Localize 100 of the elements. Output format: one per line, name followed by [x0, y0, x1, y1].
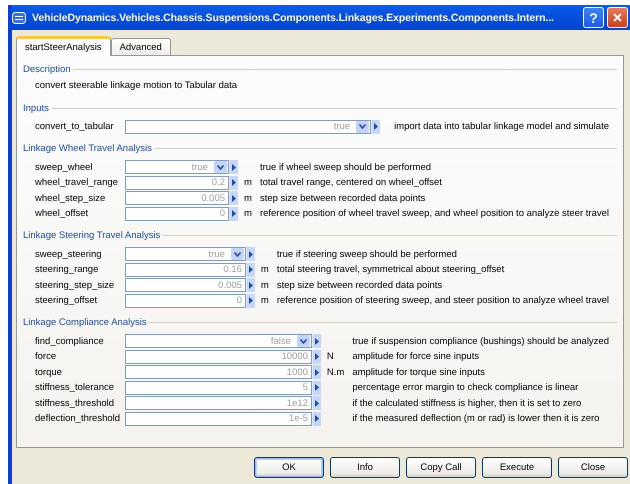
- dropdown-button[interactable]: [356, 120, 370, 133]
- parameter-description: true if suspension compliance (bushings) should be analyzed: [351, 336, 609, 347]
- parameter-description: reference position of steering sweep, and steer position to analyze wheel travel: [276, 295, 609, 306]
- triangle-right-icon: [314, 368, 319, 376]
- section-heading: Inputs: [23, 102, 49, 114]
- input-field[interactable]: 0.16: [125, 262, 246, 277]
- chevron-down-icon: [300, 338, 307, 344]
- description-text: convert steerable linkage motion to Tabular data: [35, 79, 238, 93]
- parameter-description: import data into tabular linkage model and simulate: [393, 121, 609, 132]
- parameter-label: steering_step_size: [35, 280, 116, 291]
- arrow-button[interactable]: [312, 380, 321, 395]
- dropdown-field[interactable]: true: [125, 120, 372, 134]
- parameter-description: reference position of wheel travel sweep, and wheel position to analyze steer travel: [258, 208, 609, 220]
- unit-label: m: [260, 280, 270, 291]
- section-heading: Linkage Wheel Travel Analysis: [23, 143, 152, 154]
- parameter-description: if the calculated stiffness is higher, then it is set to zero: [351, 398, 582, 409]
- parameter-description: total steering travel, symmetrical about steering_offset: [276, 264, 506, 276]
- dropdown-button[interactable]: [230, 248, 244, 260]
- input-field[interactable]: 1e12: [125, 396, 312, 410]
- parameter-label: sweep_wheel: [35, 162, 94, 173]
- arrow-button[interactable]: [229, 206, 238, 221]
- parameter-label: stiffness_tolerance: [35, 382, 116, 394]
- chevron-down-icon: [359, 124, 366, 130]
- parameter-label: stiffness_threshold: [35, 398, 116, 409]
- parameter-description: if the measured deflection (m or rad) is lower then it is zero: [351, 413, 600, 424]
- input-field[interactable]: 1e-5: [125, 412, 312, 426]
- parameter-description: amplitude for force sine inputs: [351, 351, 480, 362]
- parameter-description: true if steering sweep should be performed: [276, 248, 458, 260]
- section-heading: Linkage Steering Travel Analysis: [23, 230, 160, 241]
- parameter-description: true if wheel sweep should be performed: [258, 162, 432, 173]
- dropdown-button[interactable]: [214, 161, 228, 174]
- triangle-right-icon: [314, 400, 319, 407]
- parameter-label: steering_range: [35, 264, 100, 276]
- arrow-button[interactable]: [312, 350, 321, 364]
- triangle-right-icon: [314, 338, 319, 345]
- dialog-button[interactable]: OK: [254, 457, 324, 478]
- triangle-right-icon: [232, 179, 236, 186]
- tab[interactable]: Advanced: [110, 38, 171, 55]
- parameter-label: find_compliance: [35, 336, 105, 347]
- parameter-description: percentage error margin to check compliance is linear: [351, 382, 580, 394]
- input-field[interactable]: 0: [125, 206, 230, 221]
- arrow-button[interactable]: [229, 191, 238, 206]
- input-field[interactable]: 0: [125, 294, 246, 308]
- input-field[interactable]: 10000: [125, 350, 312, 364]
- dropdown-field[interactable]: false: [125, 334, 312, 348]
- input-field[interactable]: 5: [125, 380, 312, 395]
- window-icon: [12, 12, 26, 24]
- window-title: VehicleDynamics.Vehicles.Chassis.Suspensions.Components.Linkages.Experiments.Components.Intern...: [32, 12, 554, 24]
- input-field[interactable]: 0.005: [125, 191, 230, 206]
- parameter-label: force: [35, 351, 58, 362]
- triangle-right-icon: [374, 123, 378, 130]
- arrow-button[interactable]: [312, 412, 321, 426]
- parameter-description: step size between recorded data points: [258, 192, 426, 204]
- dropdown-field[interactable]: true: [125, 160, 230, 174]
- unit-label: N: [326, 351, 335, 362]
- arrow-button[interactable]: [371, 120, 380, 134]
- parameter-label: wheel_step_size: [35, 192, 106, 204]
- dropdown-field[interactable]: true: [125, 247, 246, 262]
- unit-label: m: [243, 208, 253, 220]
- unit-label: m: [260, 295, 270, 306]
- parameter-label: steering_offset: [35, 295, 98, 306]
- section-heading: Description: [23, 64, 71, 74]
- chevron-down-icon: [234, 252, 241, 257]
- dialog-button[interactable]: Copy Call: [406, 457, 476, 478]
- parameter-label: deflection_threshold: [35, 413, 122, 424]
- triangle-right-icon: [232, 210, 236, 218]
- arrow-button[interactable]: [246, 262, 255, 277]
- parameter-description: total travel range, centered on wheel_offset: [258, 177, 443, 188]
- arrow-button[interactable]: [246, 294, 255, 308]
- triangle-right-icon: [232, 164, 236, 171]
- input-field[interactable]: 0.005: [125, 278, 246, 292]
- dropdown-button[interactable]: [296, 335, 310, 348]
- unit-label: m: [243, 177, 253, 188]
- parameter-description: amplitude for torque sine inputs: [351, 366, 486, 378]
- input-field[interactable]: 1000: [125, 365, 312, 380]
- triangle-right-icon: [248, 297, 253, 304]
- input-field[interactable]: 0.2: [125, 176, 230, 190]
- triangle-right-icon: [248, 250, 253, 258]
- unit-label: N.m: [326, 366, 346, 378]
- parameter-description: step size between recorded data points: [276, 280, 444, 291]
- triangle-right-icon: [248, 266, 253, 274]
- parameter-label: convert_to_tabular: [35, 121, 115, 132]
- parameter-label: torque: [35, 366, 63, 378]
- parameter-label: wheel_travel_range: [35, 177, 119, 188]
- dialog-button[interactable]: Execute: [482, 457, 552, 478]
- arrow-button[interactable]: [229, 160, 238, 174]
- unit-label: m: [243, 192, 253, 204]
- dialog-button[interactable]: Close: [558, 457, 628, 478]
- arrow-button[interactable]: [229, 176, 238, 190]
- parameter-label: sweep_steering: [35, 248, 103, 260]
- dialog-button[interactable]: Info: [330, 457, 400, 478]
- tab[interactable]: startSteerAnalysis: [16, 36, 111, 56]
- help-button[interactable]: ?: [583, 7, 604, 28]
- triangle-right-icon: [314, 415, 319, 422]
- triangle-right-icon: [248, 282, 253, 289]
- unit-label: m: [260, 264, 270, 276]
- close-icon: [613, 13, 622, 22]
- triangle-right-icon: [314, 353, 319, 360]
- close-button[interactable]: [607, 7, 628, 28]
- chevron-down-icon: [217, 164, 224, 170]
